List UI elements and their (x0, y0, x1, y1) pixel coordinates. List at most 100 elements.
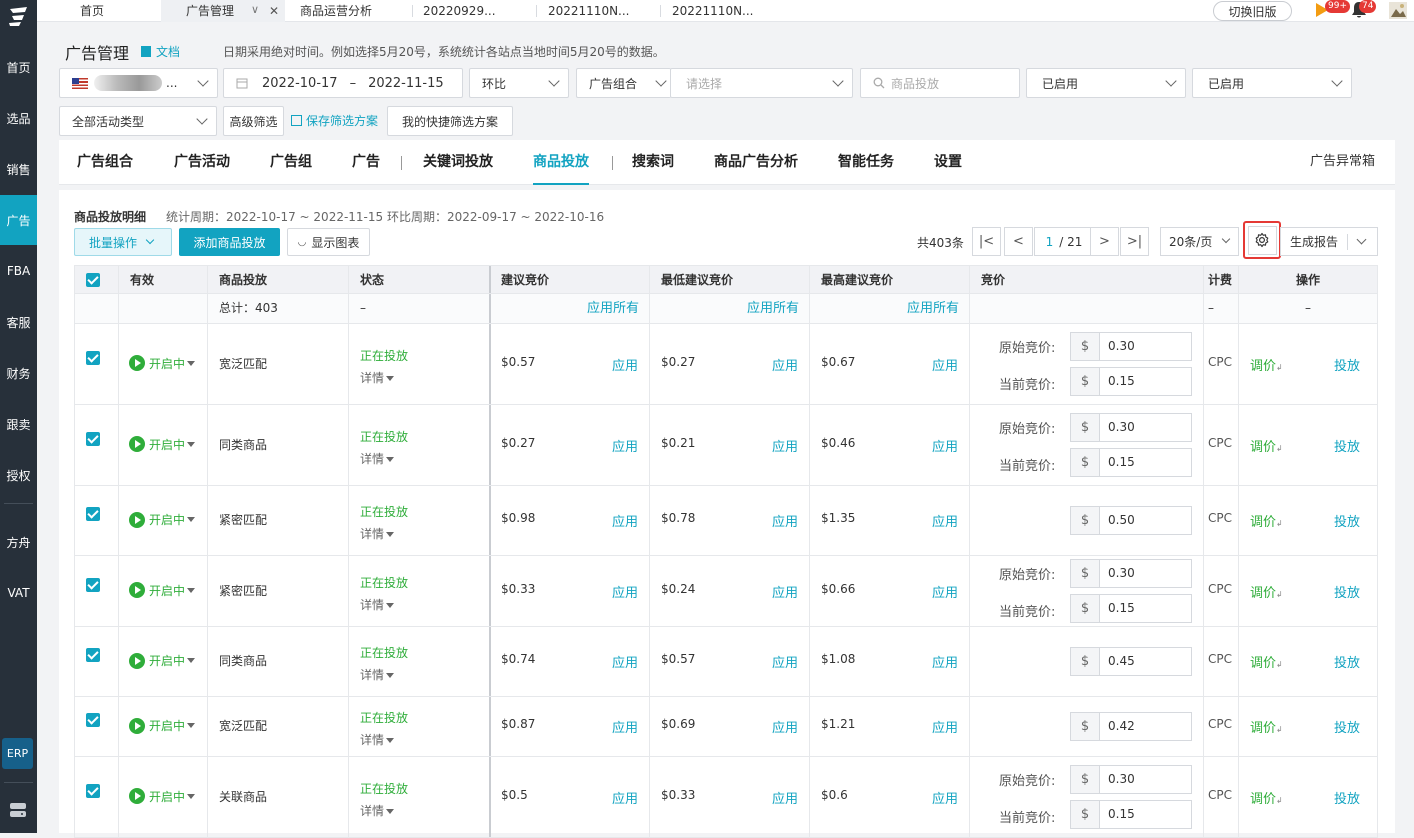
row-checkbox[interactable] (86, 783, 100, 798)
apply-max-link[interactable]: 应用 (932, 652, 958, 671)
apply-min-link[interactable]: 应用 (772, 355, 798, 374)
current-bid-input[interactable]: $0.15 (1070, 799, 1192, 829)
ad-group-select[interactable]: 请选择 (670, 68, 853, 98)
search-input[interactable]: 商品投放 (860, 68, 1020, 98)
select-all-checkbox[interactable] (86, 273, 100, 287)
row-select-cell[interactable] (74, 627, 119, 696)
apply-suggested-link[interactable]: 应用 (612, 717, 638, 736)
storage-icon[interactable] (8, 800, 28, 820)
adjust-bid-link[interactable]: 调价↲ (1250, 436, 1283, 455)
row-select-cell[interactable] (74, 324, 119, 404)
original-bid-value[interactable]: 0.30 (1100, 333, 1135, 360)
row-checkbox[interactable] (86, 648, 100, 662)
tab-smart-tasks[interactable]: 智能任务 (838, 140, 894, 185)
original-bid-input[interactable]: $0.30 (1070, 558, 1192, 588)
col-header[interactable]: 竞价 (970, 266, 1204, 293)
avatar[interactable] (1389, 2, 1407, 19)
batch-operation-button[interactable]: 批量操作 (74, 228, 172, 256)
tab-ad-campaign[interactable]: 广告活动 (174, 140, 230, 185)
tab-report-1[interactable]: 20220929... (413, 0, 537, 22)
apply-max-link[interactable]: 应用 (932, 788, 958, 807)
tab-ad-group[interactable]: 广告组 (270, 140, 312, 185)
status-select-2[interactable]: 已启用 (1192, 68, 1352, 98)
sidebar-item-sales[interactable]: 销售 (0, 144, 37, 194)
current-bid-input[interactable]: $0.15 (1070, 593, 1192, 623)
page-indicator[interactable]: 1 / 21 (1034, 227, 1094, 256)
date-range-picker[interactable]: 2022-10-17 – 2022-11-15 (223, 68, 463, 98)
status-toggle[interactable]: 开启中 (129, 652, 196, 669)
row-select-cell[interactable] (74, 757, 119, 837)
row-select-cell[interactable] (74, 486, 119, 555)
apply-suggested-link[interactable]: 应用 (612, 436, 638, 455)
current-bid-value[interactable]: 0.15 (1100, 368, 1135, 395)
apply-all-max-link[interactable]: 应用所有 (907, 294, 959, 323)
details-dropdown[interactable]: 详情 (360, 666, 395, 683)
compare-select[interactable]: 环比 (469, 68, 569, 98)
launch-link[interactable]: 投放 (1334, 436, 1360, 455)
status-select-1[interactable]: 已启用 (1026, 68, 1186, 98)
current-bid-value[interactable]: 0.45 (1100, 648, 1135, 675)
ad-anomaly-box-link[interactable]: 广告异常箱 (1310, 140, 1375, 183)
row-checkbox[interactable] (86, 431, 100, 446)
col-header[interactable]: 建议竞价 (490, 266, 650, 293)
sidebar-item-ads[interactable]: 广告 (0, 195, 37, 245)
show-chart-button[interactable]: ◡ 显示图表 (287, 228, 370, 256)
sidebar-item-ark[interactable]: 方舟 (0, 517, 37, 567)
row-select-cell[interactable] (74, 405, 119, 485)
col-header[interactable]: 有效 (119, 266, 208, 293)
apply-min-link[interactable]: 应用 (772, 788, 798, 807)
tab-settings[interactable]: 设置 (934, 140, 962, 185)
sidebar-item-fba[interactable]: FBA (0, 246, 37, 296)
original-bid-input[interactable]: $0.30 (1070, 764, 1192, 794)
switch-old-version-button[interactable]: 切换旧版 (1213, 1, 1292, 21)
adjust-bid-link[interactable]: 调价↲ (1250, 582, 1283, 601)
status-toggle-cell[interactable]: 开启中 (119, 486, 208, 555)
adjust-bid-link[interactable]: 调价↲ (1250, 652, 1283, 671)
status-toggle-cell[interactable]: 开启中 (119, 757, 208, 837)
current-bid-value[interactable]: 0.15 (1100, 449, 1135, 476)
adjust-bid-link[interactable]: 调价↲ (1250, 355, 1283, 374)
original-bid-value[interactable]: 0.30 (1100, 766, 1135, 793)
apply-all-suggested-link[interactable]: 应用所有 (587, 294, 639, 323)
apply-min-link[interactable]: 应用 (772, 511, 798, 530)
tab-ad-management[interactable]: 广告管理 (161, 0, 285, 22)
tab-product-targeting[interactable]: 商品投放 (533, 140, 589, 185)
apply-suggested-link[interactable]: 应用 (612, 355, 638, 374)
details-dropdown[interactable]: 详情 (360, 450, 395, 467)
doc-link[interactable]: 文档 (141, 43, 180, 60)
apply-suggested-link[interactable]: 应用 (612, 511, 638, 530)
apply-all-min-link[interactable]: 应用所有 (747, 294, 799, 323)
status-toggle-cell[interactable]: 开启中 (119, 556, 208, 626)
activity-type-select[interactable]: 全部活动类型 (59, 106, 217, 136)
tab-report-3[interactable]: 20221110N... (661, 0, 785, 22)
adjust-bid-link[interactable]: 调价↲ (1250, 511, 1283, 530)
page-size-select[interactable]: 20条/页 (1160, 227, 1239, 256)
current-bid-value[interactable]: 0.15 (1100, 801, 1135, 828)
tab-report-2[interactable]: 20221110N... (537, 0, 661, 22)
col-header[interactable]: 最低建议竞价 (650, 266, 810, 293)
apply-max-link[interactable]: 应用 (932, 511, 958, 530)
status-toggle[interactable]: 开启中 (129, 788, 196, 805)
apply-max-link[interactable]: 应用 (932, 582, 958, 601)
last-page-button[interactable]: >| (1120, 227, 1149, 256)
advanced-filter-button[interactable]: 高级筛选 (223, 106, 284, 136)
current-bid-value[interactable]: 0.42 (1100, 713, 1135, 740)
row-select-cell[interactable] (74, 556, 119, 626)
details-dropdown[interactable]: 详情 (360, 596, 395, 613)
row-checkbox[interactable] (86, 350, 100, 365)
original-bid-input[interactable]: $0.30 (1070, 331, 1192, 361)
sidebar-item-selection[interactable]: 选品 (0, 93, 37, 143)
apply-min-link[interactable]: 应用 (772, 652, 798, 671)
sidebar-item-service[interactable]: 客服 (0, 297, 37, 347)
current-bid-value[interactable]: 0.15 (1100, 595, 1135, 622)
row-checkbox[interactable] (86, 577, 100, 592)
first-page-button[interactable]: |< (972, 227, 1001, 256)
details-dropdown[interactable]: 详情 (360, 525, 395, 542)
col-header[interactable]: 最高建议竞价 (810, 266, 970, 293)
apply-suggested-link[interactable]: 应用 (612, 652, 638, 671)
sidebar-item-home[interactable]: 首页 (0, 42, 37, 92)
chevron-down-icon[interactable]: ∨ (251, 0, 259, 20)
select-all-cell[interactable] (74, 266, 119, 293)
tab-ad-portfolio[interactable]: 广告组合 (77, 140, 133, 185)
store-select[interactable]: ... (59, 68, 218, 98)
